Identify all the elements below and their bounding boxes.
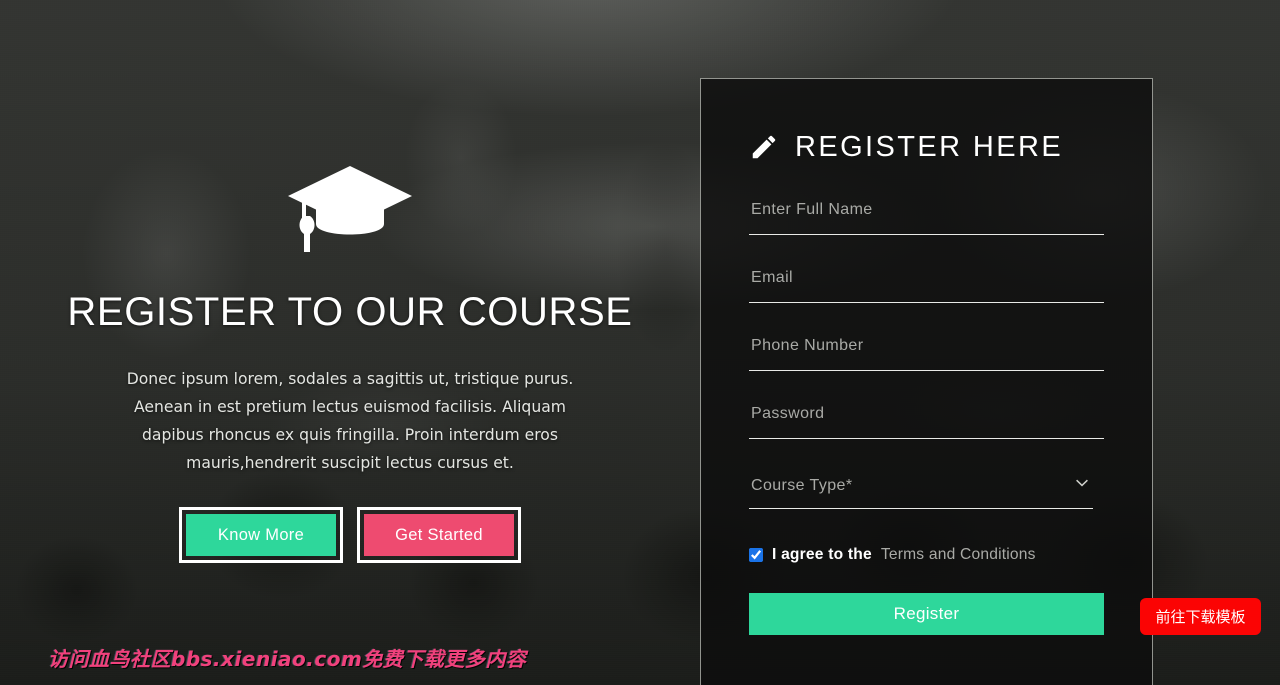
page-title: REGISTER TO OUR COURSE bbox=[67, 290, 633, 334]
page-root: REGISTER TO OUR COURSE Donec ipsum lorem… bbox=[0, 0, 1280, 685]
course-type-field: Course Type* bbox=[749, 469, 1093, 509]
graduation-cap-icon bbox=[288, 166, 412, 252]
email-field bbox=[749, 259, 1104, 303]
download-template-badge[interactable]: 前往下载模板 bbox=[1140, 598, 1261, 635]
know-more-frame: Know More bbox=[179, 507, 343, 563]
register-panel: REGISTER HERE Course Type* I agree to th… bbox=[700, 78, 1153, 685]
pencil-icon bbox=[752, 135, 776, 159]
password-field bbox=[749, 395, 1104, 439]
terms-and-conditions-link[interactable]: Terms and Conditions bbox=[881, 546, 1036, 564]
phone-field bbox=[749, 327, 1104, 371]
know-more-button[interactable]: Know More bbox=[186, 514, 336, 556]
full-name-input[interactable] bbox=[749, 191, 1104, 235]
get-started-button[interactable]: Get Started bbox=[364, 514, 514, 556]
register-panel-header: REGISTER HERE bbox=[749, 127, 1104, 167]
site-watermark: 访问血鸟社区bbs.xieniao.com免费下载更多内容 bbox=[48, 647, 527, 671]
course-type-select[interactable]: Course Type* bbox=[749, 469, 1093, 509]
cta-button-row: Know More Get Started bbox=[179, 507, 521, 563]
phone-input[interactable] bbox=[749, 327, 1104, 371]
register-submit-button[interactable]: Register bbox=[749, 593, 1104, 635]
full-name-field bbox=[749, 191, 1104, 235]
hero-paragraph: Donec ipsum lorem, sodales a sagittis ut… bbox=[126, 370, 574, 472]
get-started-frame: Get Started bbox=[357, 507, 521, 563]
password-input[interactable] bbox=[749, 395, 1104, 439]
register-title: REGISTER HERE bbox=[795, 130, 1064, 163]
email-input[interactable] bbox=[749, 259, 1104, 303]
terms-agree-label: I agree to the bbox=[772, 546, 872, 563]
terms-agreement-row[interactable]: I agree to the Terms and Conditions bbox=[749, 545, 1104, 565]
hero-section: REGISTER TO OUR COURSE Donec ipsum lorem… bbox=[0, 0, 700, 685]
terms-checkbox[interactable] bbox=[749, 548, 763, 562]
